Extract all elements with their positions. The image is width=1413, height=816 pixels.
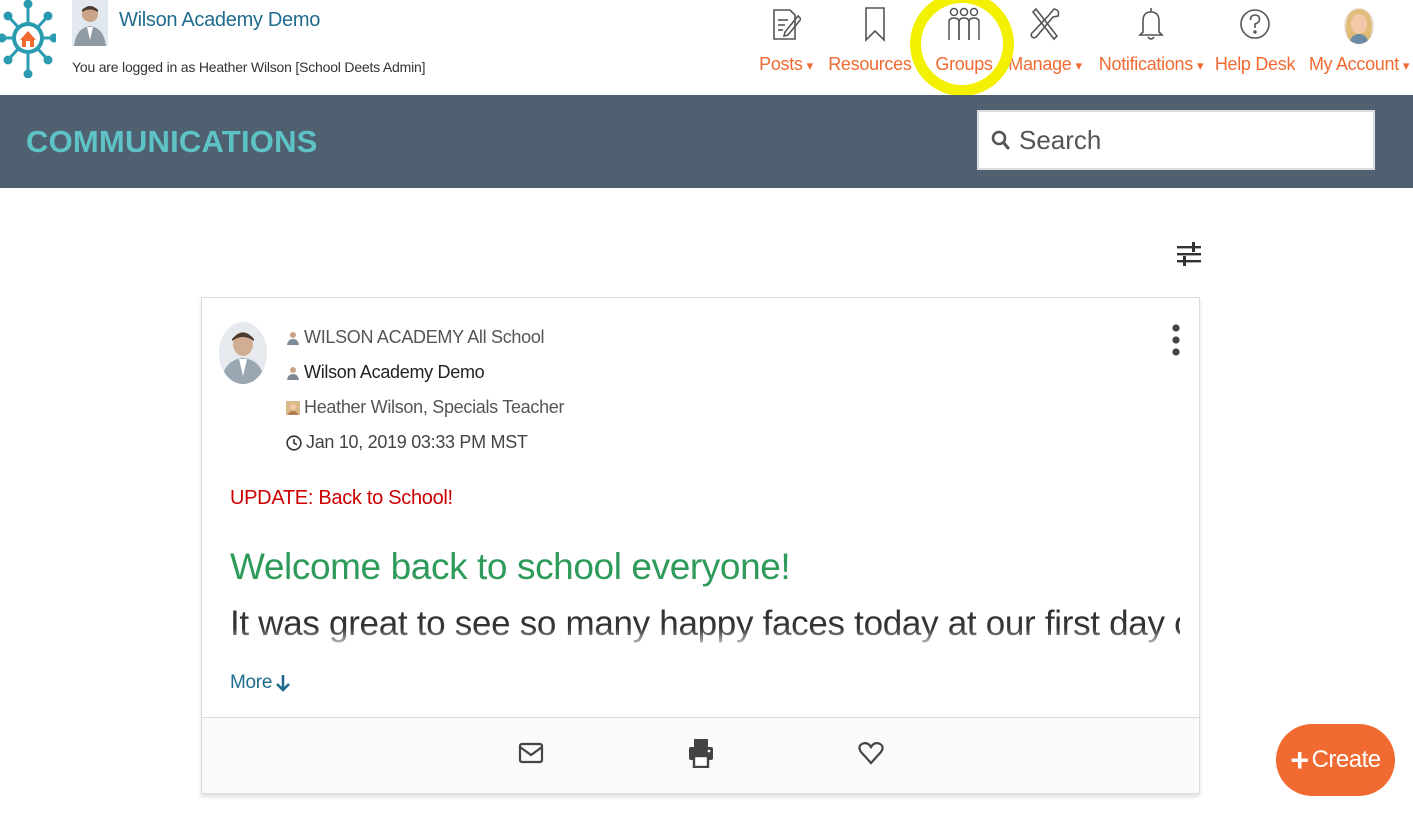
posts-edit-icon [766,4,806,44]
school-logo[interactable] [0,0,59,79]
search-box[interactable] [977,110,1375,170]
arrow-down-icon [276,675,291,692]
nav-posts[interactable]: Posts ▾ [756,0,816,95]
page-title: COMMUNICATIONS [26,124,318,159]
create-button[interactable]: + Create [1276,724,1395,796]
user-avatar [1339,4,1379,44]
person-icon [287,366,299,380]
tools-icon [1025,4,1065,44]
more-link[interactable]: More [230,672,291,694]
post-subject: UPDATE: Back to School! [230,487,453,509]
author-mini-avatar [286,400,300,415]
plus-icon: + [1290,742,1309,778]
school-admin-photo [72,0,108,46]
question-circle-icon [1235,4,1275,44]
post-actions-bar [202,717,1199,793]
clock-icon [286,434,302,451]
nav-notifications[interactable]: Notifications ▾ [1096,0,1206,95]
page-banner: COMMUNICATIONS [0,95,1413,188]
nav-groups[interactable]: Groups [934,0,994,95]
logged-in-status: You are logged in as Heather Wilson [Sch… [72,59,426,75]
nav-my-account[interactable]: My Account ▾ [1306,0,1412,95]
school-name-link[interactable]: Wilson Academy Demo [119,9,320,32]
post-options-menu-icon[interactable] [1169,323,1183,357]
post-school[interactable]: Wilson Academy Demo [286,362,485,383]
bookmark-icon [855,4,895,44]
search-icon [991,130,1010,150]
post-card: WILSON ACADEMY All School Wilson Academy… [201,297,1200,794]
author-avatar[interactable] [219,322,267,384]
post-author[interactable]: Heather Wilson, Specials Teacher [286,397,565,418]
nav-resources[interactable]: Resources ▾ [826,0,924,95]
body-fade-overlay [230,628,1180,650]
groups-people-icon [944,4,984,44]
post-group[interactable]: WILSON ACADEMY All School [286,327,545,348]
post-date: Jan 10, 2019 03:33 PM MST [286,432,528,453]
search-input[interactable] [1019,124,1359,156]
top-header: Wilson Academy Demo You are logged in as… [0,0,1413,96]
nav-manage[interactable]: Manage ▾ [1004,0,1086,95]
post-heading: Welcome back to school everyone! [230,546,791,587]
nav-help-desk[interactable]: Help Desk [1214,0,1296,95]
person-icon [287,331,299,345]
filter-sliders-icon[interactable] [1177,240,1201,268]
bell-icon [1131,4,1171,44]
email-icon[interactable] [514,736,548,770]
heart-like-icon[interactable] [854,736,888,770]
print-icon[interactable] [684,736,718,770]
